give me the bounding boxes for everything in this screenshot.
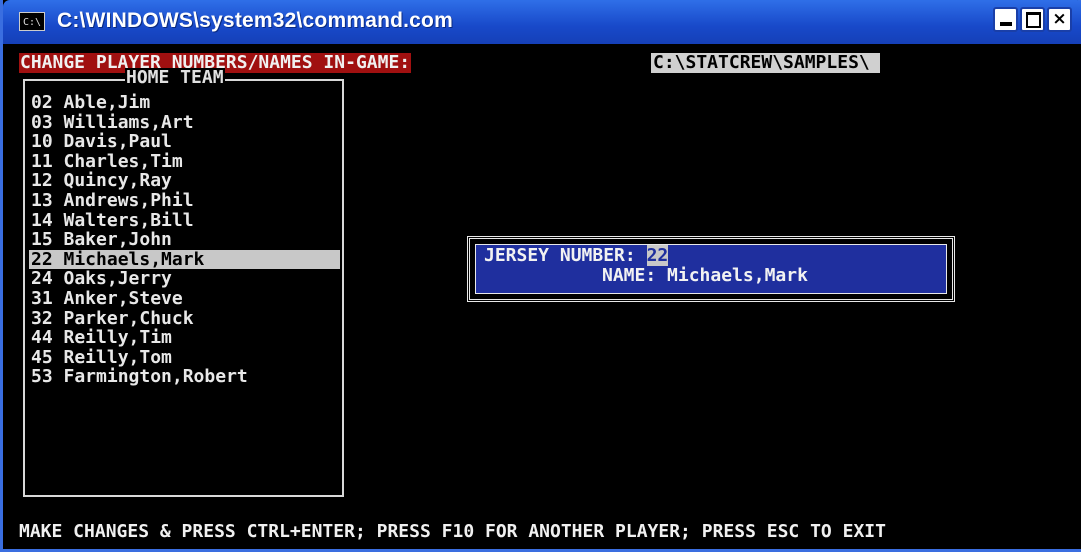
current-path: C:\STATCREW\SAMPLES\	[651, 53, 880, 73]
player-list-item[interactable]: 11 Charles,Tim	[29, 152, 340, 172]
edit-player-dialog-body: JERSEY NUMBER: 22 NAME: Michaels,Mark	[475, 244, 947, 294]
player-list: 02 Able,Jim 03 Williams,Art 10 Davis,Paul 1…	[29, 93, 340, 387]
jersey-row: JERSEY NUMBER: 22	[484, 245, 669, 266]
player-list-item[interactable]: 32 Parker,Chuck	[29, 308, 340, 329]
player-list-item[interactable]: 44 Reilly,Tim	[29, 328, 340, 348]
player-list-item[interactable]: 15 Baker,John	[29, 230, 340, 250]
player-list-item[interactable]: 24 Oaks,Jerry	[29, 269, 340, 289]
player-list-item[interactable]: 45 Reilly,Tom	[29, 348, 340, 368]
minimize-icon	[1000, 22, 1012, 26]
status-bar-instructions: MAKE CHANGES & PRESS CTRL+ENTER; PRESS F…	[19, 521, 886, 542]
console-window: C:\ C:\WINDOWS\system32\command.com × CH…	[0, 0, 1081, 552]
jersey-number-field[interactable]: 22	[646, 245, 669, 266]
player-name-field[interactable]: Michaels,Mark	[667, 265, 808, 286]
edit-player-dialog: JERSEY NUMBER: 22 NAME: Michaels,Mark	[467, 236, 955, 302]
player-list-item[interactable]: 13 Andrews,Phil	[29, 191, 340, 211]
player-list-item[interactable]: 22 Michaels,Mark	[29, 250, 340, 270]
home-team-panel: HOME TEAM 02 Able,Jim 03 Williams,Art 10 D…	[23, 68, 344, 497]
player-list-item[interactable]: 02 Able,Jim	[29, 93, 340, 113]
player-list-item[interactable]: 53 Farmington,Robert	[29, 367, 340, 387]
player-name-label: NAME:	[602, 265, 657, 286]
jersey-number-label: JERSEY NUMBER:	[484, 245, 636, 266]
command-prompt-icon[interactable]: C:\	[19, 12, 45, 31]
maximize-button[interactable]	[1020, 7, 1045, 32]
title-bar[interactable]: C:\ C:\WINDOWS\system32\command.com ×	[3, 0, 1081, 44]
console-area[interactable]: CHANGE PLAYER NUMBERS/NAMES IN-GAME: C:\…	[6, 44, 1081, 549]
player-list-item[interactable]: 14 Walters,Bill	[29, 210, 340, 231]
team-panel-title: HOME TEAM	[125, 67, 225, 88]
close-button[interactable]: ×	[1047, 7, 1072, 32]
close-icon: ×	[1052, 9, 1067, 29]
minimize-button[interactable]	[993, 7, 1018, 32]
player-list-item[interactable]: 31 Anker,Steve	[29, 289, 340, 309]
player-list-item[interactable]: 12 Quincy,Ray	[29, 171, 340, 191]
player-list-item[interactable]: 03 Williams,Art	[29, 112, 340, 133]
maximize-icon	[1026, 12, 1041, 28]
window-title: C:\WINDOWS\system32\command.com	[57, 9, 453, 32]
player-list-item[interactable]: 10 Davis,Paul	[29, 132, 340, 152]
name-row: NAME: Michaels,Mark	[602, 266, 808, 286]
